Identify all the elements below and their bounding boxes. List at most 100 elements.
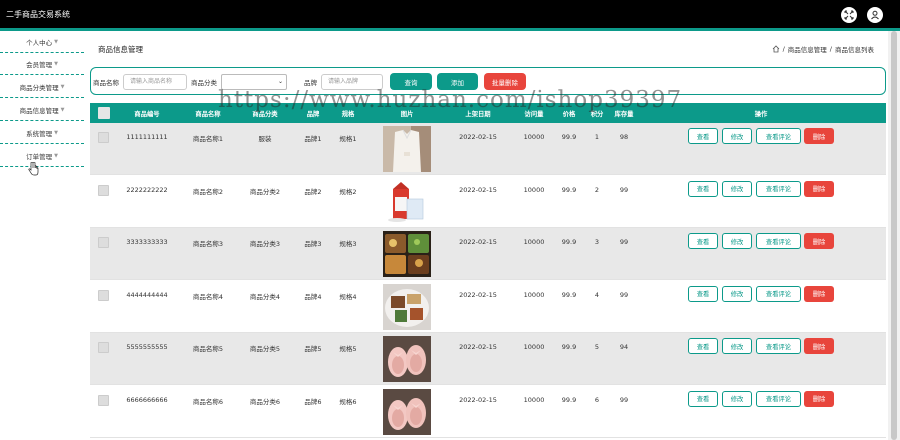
edit-button[interactable]: 修改 bbox=[722, 285, 752, 302]
expand-icon[interactable] bbox=[841, 7, 857, 23]
brand-input[interactable]: 请输入品牌 bbox=[321, 74, 383, 90]
breadcrumb-item[interactable]: 商品信息管理 bbox=[788, 44, 827, 54]
add-button[interactable]: 添加 bbox=[437, 73, 478, 90]
view-button[interactable]: 查看 bbox=[688, 128, 718, 144]
sidebar-item-members[interactable]: 会员管理 ▼ bbox=[0, 53, 84, 75]
category-select[interactable]: ⌄ bbox=[221, 74, 287, 90]
cell-points: 2 bbox=[594, 185, 600, 194]
row-checkbox[interactable] bbox=[98, 394, 109, 406]
delete-button[interactable]: 删除 bbox=[804, 338, 834, 354]
sidebar-item-system[interactable]: 系统管理 ▼ bbox=[0, 122, 84, 144]
cell-brand: 品牌4 bbox=[304, 292, 322, 301]
cell-price: 99.9 bbox=[561, 185, 577, 194]
sidebar-item-categories[interactable]: 商品分类管理 ▼ bbox=[0, 76, 84, 98]
top-bar: 二手商品交易系统 bbox=[0, 0, 900, 28]
user-icon[interactable] bbox=[867, 7, 883, 23]
view-reviews-button[interactable]: 查看评论 bbox=[756, 180, 801, 197]
cell-category: 商品分类4 bbox=[249, 292, 281, 301]
breadcrumb-separator: / bbox=[829, 45, 832, 53]
product-name-input[interactable]: 请输入商品名称 bbox=[123, 74, 187, 90]
batch-delete-button[interactable]: 批量删除 bbox=[484, 73, 526, 90]
edit-button[interactable]: 修改 bbox=[722, 180, 752, 197]
cell-id: 1111111111 bbox=[126, 133, 168, 141]
cell-stock: 99 bbox=[619, 238, 629, 246]
cell-price: 99.9 bbox=[561, 238, 577, 246]
sidebar-item-products[interactable]: 商品信息管理 ▼ bbox=[0, 99, 84, 121]
scrollbar-thumb[interactable] bbox=[891, 31, 897, 440]
search-bar: 商品名称 请输入商品名称 商品分类 ⌄ 品牌 请输入品牌 查询 添加 批量删除 bbox=[90, 67, 886, 95]
home-icon[interactable] bbox=[772, 45, 780, 53]
view-button[interactable]: 查看 bbox=[688, 180, 718, 197]
product-image bbox=[383, 388, 431, 435]
cell-views: 10000 bbox=[523, 343, 545, 351]
view-reviews-button[interactable]: 查看评论 bbox=[756, 390, 801, 407]
cell-date: 2022-02-15 bbox=[459, 343, 497, 351]
cell-brand: 品牌3 bbox=[304, 240, 322, 248]
cell-category: 商品分类3 bbox=[249, 240, 281, 248]
table-row: 6666666666 商品名称6 商品分类6 品牌6 规格6 2022-02-15 1000… bbox=[90, 385, 886, 438]
cell-brand: 品牌2 bbox=[304, 187, 322, 196]
header-category: 商品分类 bbox=[252, 111, 278, 118]
cell-views: 10000 bbox=[523, 185, 545, 194]
cell-price: 99.9 bbox=[561, 290, 577, 299]
delete-button[interactable]: 删除 bbox=[804, 285, 834, 302]
cell-category: 商品分类2 bbox=[249, 187, 281, 196]
header-points: 积分 bbox=[590, 111, 604, 118]
cell-stock: 94 bbox=[619, 343, 629, 351]
edit-button[interactable]: 修改 bbox=[722, 338, 752, 354]
cell-name: 商品名称3 bbox=[192, 240, 224, 248]
cell-stock: 98 bbox=[619, 133, 629, 141]
cell-name: 商品名称6 bbox=[192, 397, 224, 406]
sidebar-item-label: 个人中心 bbox=[26, 38, 53, 47]
select-all-checkbox[interactable] bbox=[98, 107, 110, 119]
cell-points: 3 bbox=[594, 238, 600, 246]
view-reviews-button[interactable]: 查看评论 bbox=[756, 338, 801, 354]
view-reviews-button[interactable]: 查看评论 bbox=[756, 233, 801, 249]
header-views: 访问量 bbox=[524, 111, 544, 118]
cell-category: 服装 bbox=[258, 135, 272, 143]
brand-label: 品牌 bbox=[304, 79, 317, 87]
cell-category: 商品分类6 bbox=[249, 397, 281, 406]
cell-views: 10000 bbox=[523, 290, 545, 299]
view-reviews-button[interactable]: 查看评论 bbox=[756, 285, 801, 302]
query-button[interactable]: 查询 bbox=[390, 73, 432, 90]
cell-spec: 规格5 bbox=[339, 345, 357, 353]
row-checkbox[interactable] bbox=[98, 289, 109, 301]
breadcrumb-separator: / bbox=[782, 45, 785, 53]
edit-button[interactable]: 修改 bbox=[722, 233, 752, 249]
edit-button[interactable]: 修改 bbox=[722, 128, 752, 144]
header-price: 价格 bbox=[562, 111, 576, 118]
edit-button[interactable]: 修改 bbox=[722, 390, 752, 407]
page-title: 商品信息管理 bbox=[98, 45, 143, 54]
view-reviews-button[interactable]: 查看评论 bbox=[756, 128, 801, 144]
product-image bbox=[383, 126, 431, 172]
sidebar-item-label: 商品分类管理 bbox=[19, 83, 59, 92]
delete-button[interactable]: 删除 bbox=[804, 390, 834, 407]
delete-button[interactable]: 删除 bbox=[804, 128, 834, 144]
cell-name: 商品名称1 bbox=[192, 135, 224, 143]
header-spec: 规格 bbox=[341, 111, 355, 118]
vertical-scrollbar[interactable] bbox=[888, 31, 900, 440]
chevron-down-icon: ▼ bbox=[54, 38, 58, 45]
row-checkbox[interactable] bbox=[98, 237, 109, 248]
sidebar-item-personal-center[interactable]: 个人中心 ▼ bbox=[0, 31, 84, 53]
cell-id: 3333333333 bbox=[126, 238, 168, 246]
view-button[interactable]: 查看 bbox=[688, 390, 718, 407]
cell-points: 5 bbox=[594, 343, 600, 351]
delete-button[interactable]: 删除 bbox=[804, 233, 834, 249]
cell-name: 商品名称5 bbox=[192, 345, 224, 353]
header-stock: 库存量 bbox=[614, 111, 634, 118]
row-checkbox[interactable] bbox=[98, 342, 109, 353]
cell-date: 2022-02-15 bbox=[459, 238, 497, 246]
table-header: 商品编号 商品名称 商品分类 品牌 规格 图片 上架日期 访问量 价格 积分 库… bbox=[90, 103, 886, 123]
row-checkbox[interactable] bbox=[98, 184, 109, 196]
sidebar-item-orders[interactable]: 订单管理 ▼ bbox=[0, 145, 84, 167]
view-button[interactable]: 查看 bbox=[688, 285, 718, 302]
row-checkbox[interactable] bbox=[98, 132, 109, 143]
view-button[interactable]: 查看 bbox=[688, 233, 718, 249]
view-button[interactable]: 查看 bbox=[688, 338, 718, 354]
cell-date: 2022-02-15 bbox=[459, 133, 497, 141]
delete-button[interactable]: 删除 bbox=[804, 180, 834, 197]
table-row: 4444444444 商品名称4 商品分类4 品牌4 规格4 2022-02-15 1000… bbox=[90, 280, 886, 333]
cell-points: 4 bbox=[594, 290, 600, 299]
